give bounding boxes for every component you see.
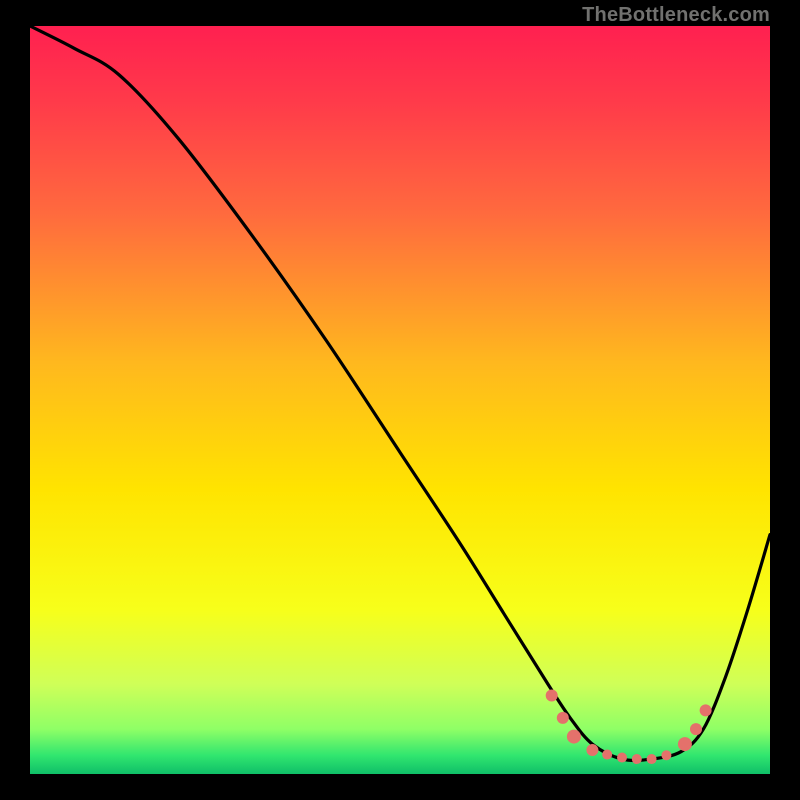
watermark-text: TheBottleneck.com [582, 4, 770, 27]
curve-marker [602, 750, 612, 760]
curve-marker [661, 750, 671, 760]
chart-frame [30, 26, 770, 774]
curve-marker [632, 754, 642, 764]
curve-marker [586, 744, 598, 756]
curve-marker [647, 754, 657, 764]
curve-marker [690, 723, 702, 735]
curve-marker [678, 737, 692, 751]
curve-marker [567, 730, 581, 744]
curve-marker [617, 753, 627, 763]
curve-marker [700, 704, 712, 716]
gradient-background [30, 26, 770, 774]
curve-marker [557, 712, 569, 724]
curve-marker [546, 689, 558, 701]
chart-svg [30, 26, 770, 774]
